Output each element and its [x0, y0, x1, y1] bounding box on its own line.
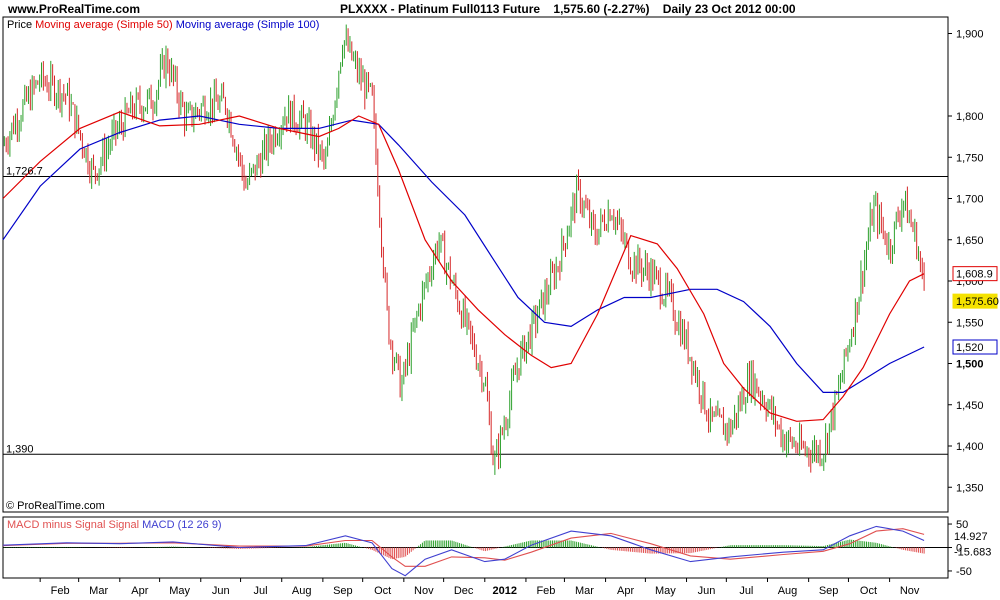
- signal-value-tag: -15.683: [954, 546, 991, 558]
- macd-y-tick-label: 50: [956, 519, 968, 531]
- x-tick-label: Nov: [900, 585, 920, 597]
- x-tick-label: Jul: [254, 585, 268, 597]
- x-tick-label: Apr: [617, 585, 634, 597]
- price-y-tick-label: 1,650: [956, 235, 984, 247]
- x-tick-label: Aug: [778, 585, 798, 597]
- x-tick-label: Jul: [739, 585, 753, 597]
- price-y-tick-label: 1,900: [956, 29, 984, 41]
- x-tick-label: Jun: [212, 585, 230, 597]
- price-y-tick-label: 1,700: [956, 194, 984, 206]
- x-tick-label: 2012: [493, 585, 517, 597]
- price-y-tick-label: 1,750: [956, 152, 984, 164]
- horizontal-level-label: 1,726.7: [6, 165, 43, 177]
- legend-ma100: Moving average (Simple 100): [176, 19, 320, 31]
- x-tick-label: May: [655, 585, 676, 597]
- x-tick-label: Feb: [51, 585, 70, 597]
- x-tick-label: Oct: [860, 585, 877, 597]
- x-tick-label: Feb: [536, 585, 555, 597]
- x-tick-label: Aug: [292, 585, 312, 597]
- legend-macd-hist: MACD minus Signal Signal: [7, 519, 142, 531]
- price-y-tick-label: 1,350: [956, 482, 984, 494]
- macd-legend: MACD minus Signal Signal MACD (12 26 9): [7, 519, 222, 531]
- price-pane-frame: [2, 16, 949, 513]
- chart-canvas: 1,3501,4001,4501,5001,5501,6001,6501,700…: [2, 16, 999, 597]
- x-tick-label: May: [169, 585, 190, 597]
- price-y-tick-label: 1,800: [956, 111, 984, 123]
- watermark: © ProRealTime.com: [6, 500, 105, 512]
- ma50-value-tag: 1,608.9: [956, 269, 993, 281]
- last-price-tag: 1,575.60: [956, 296, 999, 308]
- x-tick-label: Dec: [454, 585, 474, 597]
- macd-value-tag: 14.927: [954, 531, 988, 543]
- x-tick-label: Mar: [575, 585, 594, 597]
- legend-price: Price: [7, 19, 35, 31]
- price-y-tick-label: 1,550: [956, 317, 984, 329]
- x-tick-label: Nov: [414, 585, 434, 597]
- macd-y-tick-label: -50: [956, 566, 972, 578]
- x-tick-label: Apr: [131, 585, 148, 597]
- horizontal-level-label: 1,390: [6, 443, 34, 455]
- legend-macd: MACD (12 26 9): [142, 519, 221, 531]
- chart-panes: [2, 16, 949, 579]
- price-y-tick-label: 1,500: [956, 359, 984, 371]
- price-y-tick-label: 1,450: [956, 400, 984, 412]
- x-tick-label: Jun: [698, 585, 716, 597]
- x-tick-label: Sep: [333, 585, 353, 597]
- price-legend: Price Moving average (Simple 50) Moving …: [7, 19, 319, 31]
- price-y-tick-label: 1,400: [956, 441, 984, 453]
- x-tick-label: Oct: [374, 585, 391, 597]
- legend-ma50: Moving average (Simple 50): [35, 19, 176, 31]
- x-tick-label: Sep: [819, 585, 839, 597]
- ma100-value-tag: 1,520: [956, 342, 984, 354]
- x-tick-label: Mar: [89, 585, 108, 597]
